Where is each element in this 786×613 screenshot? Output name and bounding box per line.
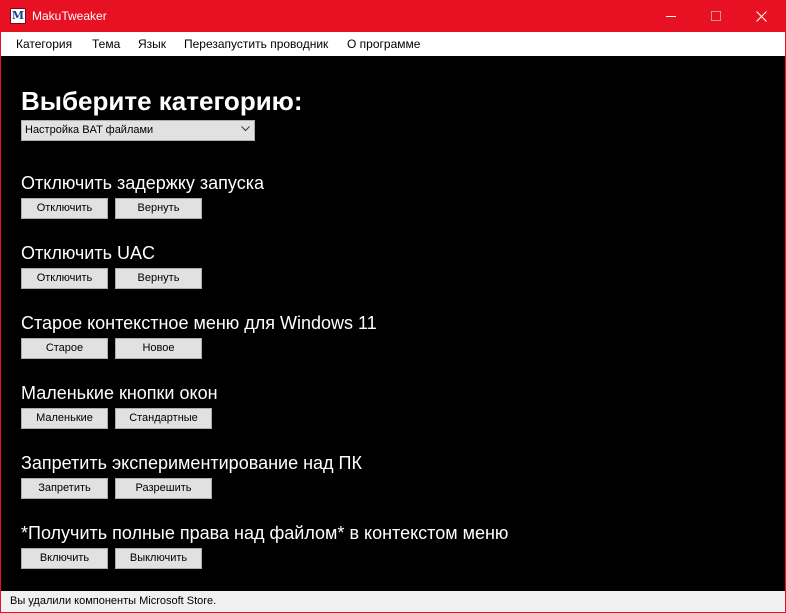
close-icon (756, 11, 767, 22)
close-button[interactable] (739, 1, 784, 32)
window-title: MakuTweaker (32, 9, 107, 23)
category-select-value: Настройка BAT файлами (25, 124, 154, 136)
menu-item-category[interactable]: Категория (16, 32, 72, 56)
section-title-file-ownership: *Получить полные права над файлом* в кон… (21, 523, 509, 543)
restore-startup-delay-button[interactable]: Вернуть (115, 198, 202, 219)
menu-item-language[interactable]: Язык (138, 32, 166, 56)
section-title-experimentation: Запретить экспериментирование над ПК (21, 453, 362, 473)
minimize-button[interactable] (649, 1, 694, 32)
menu-item-theme[interactable]: Тема (92, 32, 120, 56)
status-bar: Вы удалили компоненты Microsoft Store. (1, 591, 785, 612)
section-title-window-buttons: Маленькие кнопки окон (21, 383, 218, 403)
title-bar[interactable]: M MakuTweaker (1, 1, 785, 32)
restore-uac-button[interactable]: Вернуть (115, 268, 202, 289)
menu-item-about[interactable]: О программе (347, 32, 420, 56)
maximize-icon (711, 11, 721, 21)
new-context-menu-button[interactable]: Новое (115, 338, 202, 359)
chevron-down-icon (241, 126, 250, 132)
section-title-uac: Отключить UAC (21, 243, 155, 263)
disable-file-ownership-button[interactable]: Выключить (115, 548, 202, 569)
category-select[interactable]: Настройка BAT файлами (21, 120, 255, 141)
status-text: Вы удалили компоненты Microsoft Store. (10, 595, 217, 607)
section-title-context-menu: Старое контекстное меню для Windows 11 (21, 313, 377, 333)
standard-window-buttons-button[interactable]: Стандартные (115, 408, 212, 429)
minimize-icon (666, 16, 676, 17)
old-context-menu-button[interactable]: Старое (21, 338, 108, 359)
page-title: Выберите категорию: (21, 86, 303, 116)
main-content: Выберите категорию: Настройка BAT файлам… (1, 56, 785, 591)
section-title-startup-delay: Отключить задержку запуска (21, 173, 264, 193)
maximize-button[interactable] (694, 1, 739, 32)
disable-uac-button[interactable]: Отключить (21, 268, 108, 289)
allow-experimentation-button[interactable]: Разрешить (115, 478, 212, 499)
app-logo-icon: M (10, 8, 26, 24)
disable-startup-delay-button[interactable]: Отключить (21, 198, 108, 219)
menu-bar: Категория Тема Язык Перезапустить провод… (1, 32, 785, 56)
menu-item-restart-explorer[interactable]: Перезапустить проводник (184, 32, 328, 56)
app-window: M MakuTweaker Категория Тема Язык Переза… (0, 0, 786, 613)
forbid-experimentation-button[interactable]: Запретить (21, 478, 108, 499)
enable-file-ownership-button[interactable]: Включить (21, 548, 108, 569)
small-window-buttons-button[interactable]: Маленькие (21, 408, 108, 429)
